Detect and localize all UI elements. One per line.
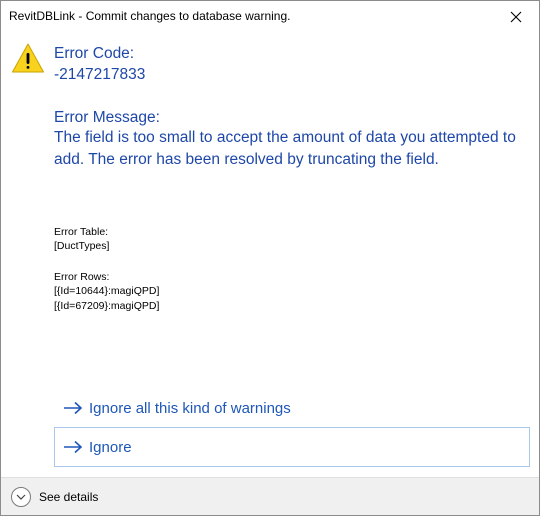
error-message-label: Error Message: <box>54 109 160 126</box>
chevron-down-icon <box>11 487 31 507</box>
error-row: [{Id=10644}:magiQPD] <box>54 285 160 297</box>
ignore-label: Ignore <box>89 438 132 456</box>
error-table-label: Error Table: <box>54 226 109 238</box>
title-bar: RevitDBLink - Commit changes to database… <box>1 1 539 32</box>
window-title: RevitDBLink - Commit changes to database… <box>9 9 291 23</box>
error-code-label: Error Code: <box>54 45 135 62</box>
ignore-all-label: Ignore all this kind of warnings <box>89 399 291 417</box>
see-details-toggle[interactable]: See details <box>11 487 98 507</box>
error-rows-label: Error Rows: <box>54 271 110 283</box>
close-icon <box>510 11 522 22</box>
arrow-right-icon <box>64 401 83 415</box>
warning-icon <box>12 43 44 73</box>
error-row: [{Id=67209}:magiQPD] <box>54 300 160 312</box>
dialog-window: RevitDBLink - Commit changes to database… <box>0 0 540 516</box>
arrow-right-icon <box>64 440 83 454</box>
dialog-footer: See details <box>1 477 539 515</box>
error-message-text: The field is too small to accept the amo… <box>54 129 516 168</box>
ignore-button[interactable]: Ignore <box>54 427 530 467</box>
error-table-value: [DuctTypes] <box>54 240 110 252</box>
ignore-all-warnings-button[interactable]: Ignore all this kind of warnings <box>54 388 530 428</box>
error-code-value: -2147217833 <box>54 66 146 83</box>
close-button[interactable] <box>493 1 539 32</box>
see-details-label: See details <box>39 490 99 504</box>
